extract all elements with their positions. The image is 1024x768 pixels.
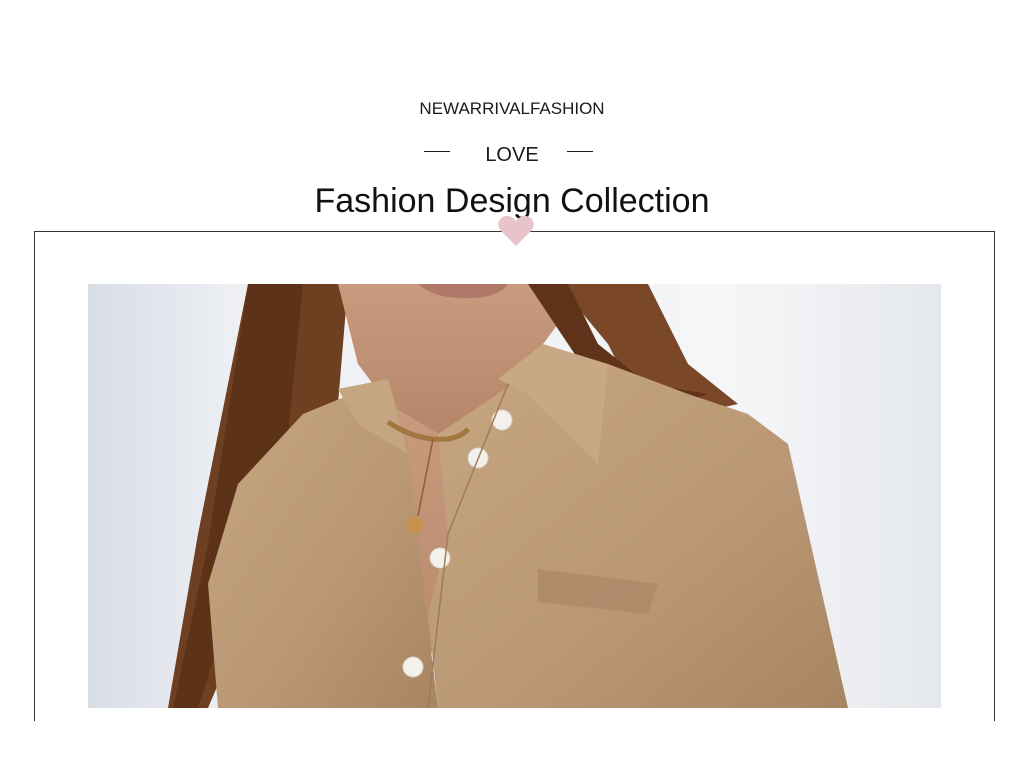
- page: NEWARRIVALFASHION LOVE Fashion Design Co…: [0, 0, 1024, 768]
- product-photo: [88, 284, 941, 708]
- heart-icon: [498, 215, 534, 246]
- love-row: LOVE: [0, 144, 1024, 168]
- divider-right: [567, 151, 593, 152]
- love-label: LOVE: [485, 144, 539, 166]
- kicker-text: NEWARRIVALFASHION: [419, 99, 605, 118]
